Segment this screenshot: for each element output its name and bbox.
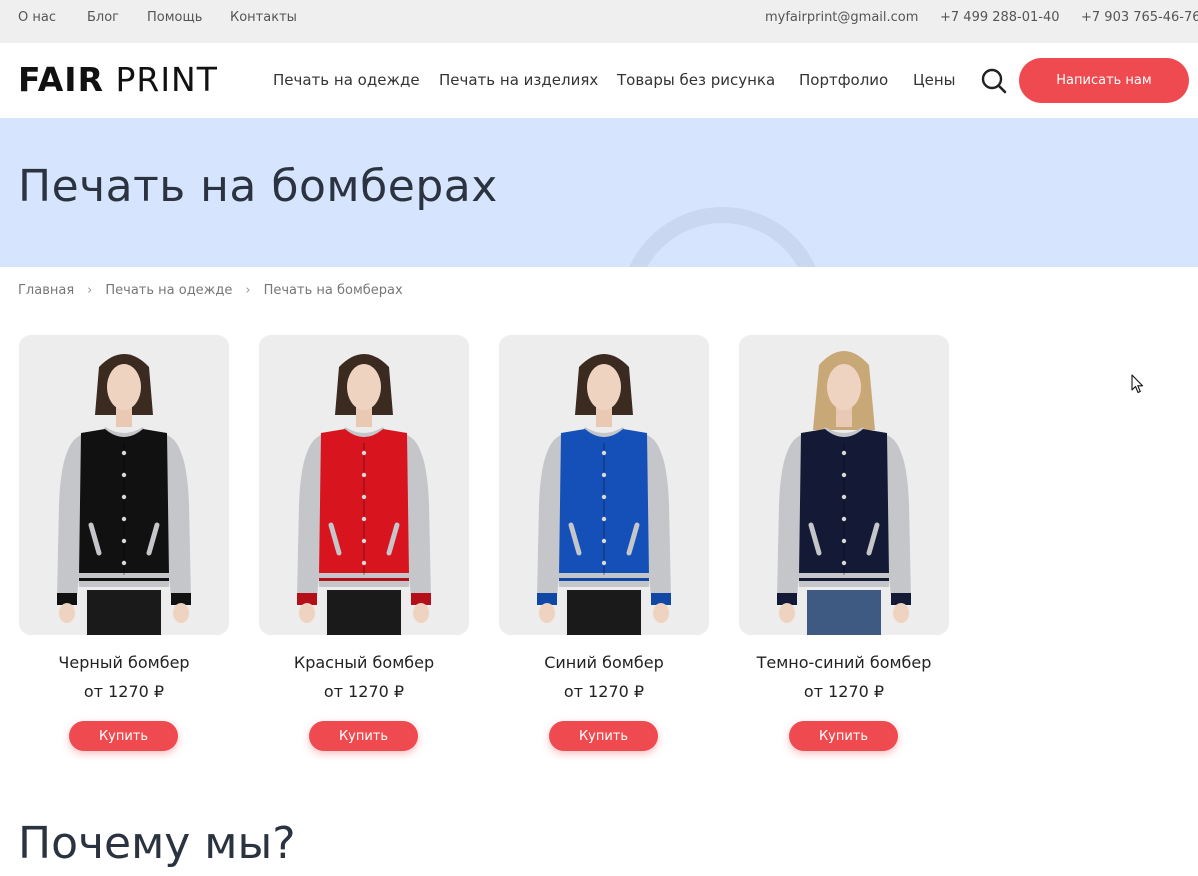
- breadcrumb-item-clothes-print[interactable]: Печать на одежде: [105, 283, 232, 298]
- jacket-button: [841, 472, 847, 478]
- product-card: Темно-синий бомбер от 1270 ₽ Купить: [739, 335, 949, 751]
- main-header: FAIR PRINT Печать на одежде Печать на из…: [0, 43, 1198, 118]
- search-button[interactable]: [980, 67, 1008, 95]
- jacket-button: [601, 516, 607, 522]
- topbar-link-about[interactable]: О нас: [18, 10, 56, 25]
- jacket-button: [361, 560, 367, 566]
- product-card: Красный бомбер от 1270 ₽ Купить: [259, 335, 469, 751]
- jacket-button: [121, 472, 127, 478]
- product-card: Черный бомбер от 1270 ₽ Купить: [19, 335, 229, 751]
- product-price: от 1270 ₽: [323, 682, 405, 701]
- pants: [807, 590, 881, 635]
- right-hand: [653, 603, 669, 623]
- product-price: от 1270 ₽: [803, 682, 885, 701]
- jacket-button: [121, 494, 127, 500]
- jacket-button: [361, 516, 367, 522]
- right-hand: [413, 603, 429, 623]
- waistband-stripe: [79, 578, 169, 581]
- nav-item-portfolio[interactable]: Портфолио: [799, 71, 888, 89]
- waistband-stripe: [319, 578, 409, 581]
- face: [827, 364, 861, 410]
- product-card: Синий бомбер от 1270 ₽ Купить: [499, 335, 709, 751]
- jacket-button: [841, 516, 847, 522]
- nav-item-products-print[interactable]: Печать на изделиях: [439, 71, 598, 89]
- why-us-heading: Почему мы?: [18, 818, 296, 869]
- jacket-button: [121, 560, 127, 566]
- right-hand: [893, 603, 909, 623]
- product-price: от 1270 ₽: [563, 682, 645, 701]
- bomber-model-image: [259, 335, 469, 635]
- nav-item-blank-goods[interactable]: Товары без рисунка: [617, 71, 775, 89]
- jacket-button: [361, 450, 367, 456]
- right-hand: [173, 603, 189, 623]
- breadcrumb-separator: ›: [245, 283, 251, 298]
- product-name[interactable]: Синий бомбер: [469, 653, 739, 672]
- jacket-button: [841, 560, 847, 566]
- left-hand: [539, 603, 555, 623]
- left-hand: [299, 603, 315, 623]
- bomber-model-image: [19, 335, 229, 635]
- product-name[interactable]: Темно-синий бомбер: [709, 653, 979, 672]
- pants: [87, 590, 161, 635]
- site-logo[interactable]: FAIR PRINT: [18, 60, 218, 100]
- topbar-link-contacts[interactable]: Контакты: [230, 10, 297, 25]
- jacket-button: [121, 516, 127, 522]
- nav-item-prices[interactable]: Цены: [913, 71, 956, 89]
- topbar-phone-1[interactable]: +7 499 288-01-40: [940, 10, 1060, 25]
- hero-decoration: [620, 207, 825, 267]
- waistband-stripe: [799, 578, 889, 581]
- face: [347, 364, 381, 410]
- product-photo[interactable]: [19, 335, 229, 635]
- mouse-cursor-icon: [1131, 374, 1144, 394]
- page-title: Печать на бомберах: [18, 161, 498, 212]
- breadcrumb-item-current: Печать на бомберах: [263, 283, 403, 298]
- jacket-button: [841, 450, 847, 456]
- search-icon: [981, 68, 1007, 94]
- product-name[interactable]: Черный бомбер: [0, 653, 259, 672]
- left-hand: [779, 603, 795, 623]
- face: [587, 364, 621, 410]
- logo-bold-text: FAIR: [18, 60, 104, 99]
- product-photo[interactable]: [259, 335, 469, 635]
- jacket-button: [361, 494, 367, 500]
- nav-item-clothes-print[interactable]: Печать на одежде: [273, 71, 420, 89]
- topbar-link-blog[interactable]: Блог: [87, 10, 119, 25]
- pants: [567, 590, 641, 635]
- jacket-button: [121, 538, 127, 544]
- bomber-model-image: [739, 335, 949, 635]
- product-name[interactable]: Красный бомбер: [229, 653, 499, 672]
- topbar-phone-2[interactable]: +7 903 765-46-76: [1081, 10, 1198, 25]
- jacket-button: [361, 472, 367, 478]
- buy-button[interactable]: Купить: [789, 721, 898, 751]
- top-bar: О нас Блог Помощь Контакты myfairprint@g…: [0, 0, 1198, 43]
- product-photo[interactable]: [499, 335, 709, 635]
- jacket-button: [841, 494, 847, 500]
- buy-button[interactable]: Купить: [549, 721, 658, 751]
- jacket-button: [601, 494, 607, 500]
- contact-us-button[interactable]: Написать нам: [1019, 58, 1189, 103]
- jacket-button: [361, 538, 367, 544]
- jacket-button: [841, 538, 847, 544]
- product-price: от 1270 ₽: [83, 682, 165, 701]
- breadcrumb-item-home[interactable]: Главная: [18, 283, 74, 298]
- face: [107, 364, 141, 410]
- jacket-button: [601, 450, 607, 456]
- pants: [327, 590, 401, 635]
- left-hand: [59, 603, 75, 623]
- jacket-button: [601, 538, 607, 544]
- breadcrumb: Главная › Печать на одежде › Печать на бомбе…: [18, 283, 403, 298]
- logo-light-text: PRINT: [115, 60, 218, 99]
- topbar-link-help[interactable]: Помощь: [147, 10, 202, 25]
- hero-banner: Печать на бомберах: [0, 118, 1198, 267]
- buy-button[interactable]: Купить: [69, 721, 178, 751]
- jacket-button: [121, 450, 127, 456]
- jacket-button: [601, 560, 607, 566]
- bomber-model-image: [499, 335, 709, 635]
- jacket-button: [601, 472, 607, 478]
- topbar-email[interactable]: myfairprint@gmail.com: [765, 10, 918, 25]
- breadcrumb-separator: ›: [87, 283, 93, 298]
- buy-button[interactable]: Купить: [309, 721, 418, 751]
- waistband-stripe: [559, 578, 649, 581]
- product-photo[interactable]: [739, 335, 949, 635]
